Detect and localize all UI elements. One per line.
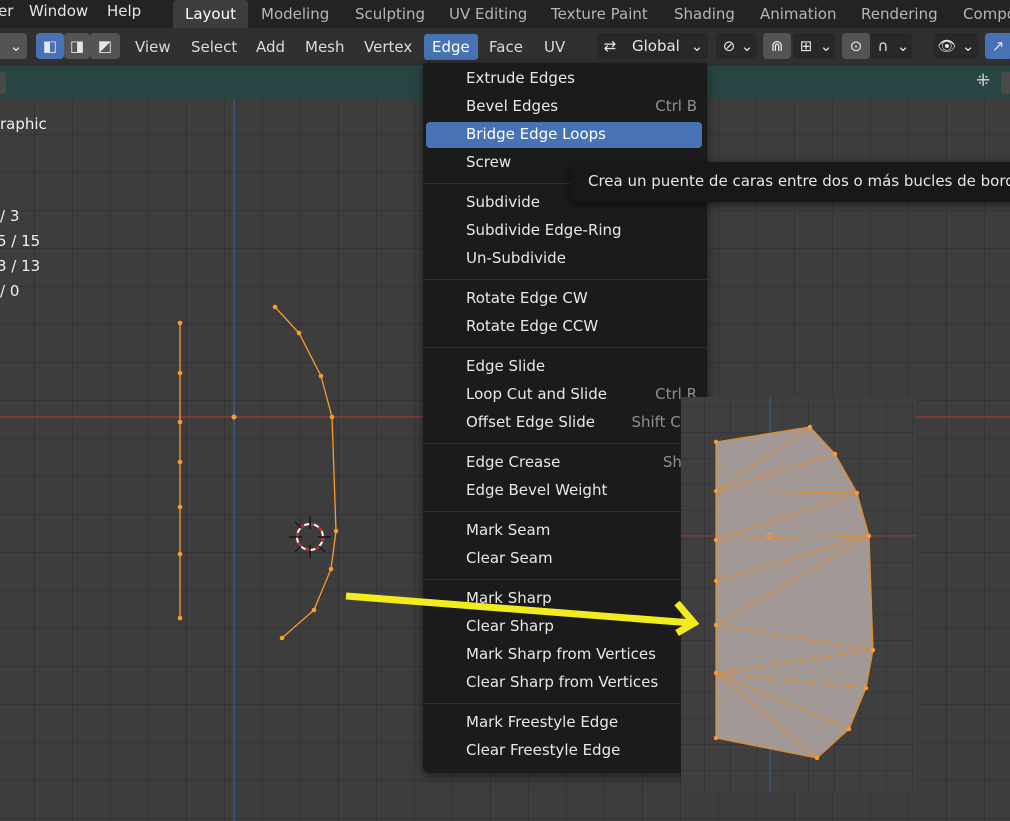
menu-item-mark-seam[interactable]: Mark Seam bbox=[466, 521, 550, 539]
tab-layout[interactable]: Layout bbox=[173, 0, 248, 28]
stats-vertices: 5 / 15 bbox=[0, 232, 41, 250]
menu-item-edge-crease[interactable]: Edge Crease bbox=[466, 453, 560, 471]
menu-help[interactable]: Help bbox=[107, 2, 141, 20]
face-select-icon: ◩ bbox=[97, 37, 113, 55]
chevron-down-icon: ⌄ bbox=[961, 37, 975, 55]
proportional-edit-toggle[interactable]: ⊙ bbox=[842, 33, 870, 59]
menu-mesh[interactable]: Mesh bbox=[297, 34, 353, 60]
tab-compositing[interactable]: Compo bbox=[951, 0, 1010, 28]
menu-item-clear-sharp[interactable]: Clear Sharp bbox=[466, 617, 554, 635]
mesh-vertices-right bbox=[272, 304, 339, 641]
magnet-icon: ⋒ bbox=[770, 37, 784, 55]
stats-objects: / 3 bbox=[0, 207, 20, 225]
menu-file-partial[interactable]: er bbox=[0, 2, 13, 20]
tab-sculpting[interactable]: Sculpting bbox=[343, 0, 437, 28]
menu-vertex[interactable]: Vertex bbox=[356, 34, 420, 60]
tab-animation[interactable]: Animation bbox=[748, 0, 848, 28]
pivot-icon: ⊘ bbox=[722, 37, 736, 55]
menu-item-rotate-edge-ccw[interactable]: Rotate Edge CCW bbox=[466, 317, 598, 335]
chevron-down-icon: ⌄ bbox=[690, 37, 704, 55]
snap-target-dropdown[interactable]: ⊞ ⌄ bbox=[793, 33, 835, 59]
bridged-faces bbox=[715, 426, 874, 759]
menu-item-offset-edge-slide[interactable]: Offset Edge Slide bbox=[466, 413, 595, 431]
transform-orientation-dropdown[interactable]: ⇄ Global ⌄ bbox=[597, 33, 708, 59]
menu-select[interactable]: Select bbox=[183, 34, 245, 60]
chevron-down-icon: ⌄ bbox=[819, 37, 833, 55]
menu-item-bridge-edge-loops[interactable]: Bridge Edge Loops bbox=[466, 125, 606, 143]
gizmo-toggle[interactable]: ↗ bbox=[985, 33, 1010, 59]
menu-item-subdivide[interactable]: Subdivide bbox=[466, 193, 540, 211]
menu-add[interactable]: Add bbox=[248, 34, 293, 60]
menu-window[interactable]: Window bbox=[29, 2, 88, 20]
menu-item-extrude-edges[interactable]: Extrude Edges bbox=[466, 69, 575, 87]
menu-item-mark-sharp[interactable]: Mark Sharp bbox=[466, 589, 552, 607]
menu-item-edge-bevel-weight[interactable]: Edge Bevel Weight bbox=[466, 481, 607, 499]
menu-item-mark-sharp-from-vertices[interactable]: Mark Sharp from Vertices bbox=[466, 645, 656, 663]
menu-separator bbox=[423, 511, 707, 512]
menu-item-un-subdivide[interactable]: Un-Subdivide bbox=[466, 249, 566, 267]
pivot-point-dropdown[interactable]: ⊘ ⌄ bbox=[716, 33, 757, 59]
3d-cursor-icon bbox=[289, 516, 331, 558]
snap-increment-icon: ⊞ bbox=[799, 37, 813, 55]
tab-modeling[interactable]: Modeling bbox=[249, 0, 341, 28]
menu-item-clear-sharp-from-vertices[interactable]: Clear Sharp from Vertices bbox=[466, 673, 658, 691]
transform-orientation-value: Global bbox=[632, 37, 680, 55]
tab-texture-paint[interactable]: Texture Paint bbox=[539, 0, 660, 28]
menu-item-rotate-edge-cw[interactable]: Rotate Edge CW bbox=[466, 289, 588, 307]
stats-edges: 3 / 13 bbox=[0, 257, 41, 275]
proportional-icon: ⊙ bbox=[849, 37, 863, 55]
edge-select-icon: ◨ bbox=[69, 37, 85, 55]
visibility-dropdown[interactable]: 👁 ⌄ bbox=[934, 33, 978, 59]
menu-edge[interactable]: Edge bbox=[424, 34, 478, 60]
tab-rendering[interactable]: Rendering bbox=[849, 0, 950, 28]
tab-shading[interactable]: Shading bbox=[662, 0, 747, 28]
tab-uv-editing[interactable]: UV Editing bbox=[437, 0, 539, 28]
menu-separator bbox=[423, 703, 707, 704]
top-menubar: er Window Help Layout Modeling Sculpting… bbox=[0, 0, 1010, 28]
menu-item-screw[interactable]: Screw bbox=[466, 153, 511, 171]
menu-item-mark-freestyle-edge[interactable]: Mark Freestyle Edge bbox=[466, 713, 618, 731]
shortcut-bevel-edges: Ctrl B bbox=[655, 97, 697, 115]
stats-faces: / 0 bbox=[0, 282, 20, 300]
snap-toggle[interactable]: ⋒ bbox=[763, 33, 791, 59]
mode-dropdown[interactable]: ⌄ bbox=[0, 33, 27, 59]
bridged-mesh-preview bbox=[681, 397, 916, 792]
menu-separator bbox=[423, 579, 707, 580]
menu-face[interactable]: Face bbox=[481, 34, 531, 60]
object-origin bbox=[231, 414, 237, 420]
menu-uv[interactable]: UV bbox=[536, 34, 573, 60]
orientation-icon: ⇄ bbox=[603, 37, 617, 55]
view-name-label: raphic bbox=[0, 115, 47, 133]
menu-separator bbox=[423, 347, 707, 348]
vertex-select-button[interactable]: ◧ bbox=[36, 33, 64, 59]
falloff-curve-icon: ∩ bbox=[877, 37, 889, 55]
menu-item-edge-slide[interactable]: Edge Slide bbox=[466, 357, 545, 375]
face-select-button[interactable]: ◩ bbox=[90, 33, 120, 59]
gizmo-icon: ↗ bbox=[991, 37, 1005, 55]
tooltip: Crea un puente de caras entre dos o más … bbox=[571, 162, 1010, 202]
drag-handle-icon[interactable] bbox=[0, 72, 6, 94]
falloff-dropdown[interactable]: ∩ ⌄ bbox=[870, 33, 912, 59]
chevron-down-icon: ⌄ bbox=[896, 37, 910, 55]
chevron-down-icon: ⌄ bbox=[740, 37, 754, 55]
menu-item-bevel-edges[interactable]: Bevel Edges bbox=[466, 97, 558, 115]
mesh-edge-loop-right bbox=[274, 306, 337, 639]
edge-select-button[interactable]: ◨ bbox=[64, 33, 90, 59]
options-button[interactable] bbox=[1001, 72, 1010, 94]
vertex-select-icon: ◧ bbox=[42, 37, 58, 55]
menu-item-clear-seam[interactable]: Clear Seam bbox=[466, 549, 553, 567]
tool-settings-icon[interactable]: ⁜ bbox=[976, 71, 990, 91]
menu-view[interactable]: View bbox=[127, 34, 179, 60]
menu-separator bbox=[423, 279, 707, 280]
menu-item-clear-freestyle-edge[interactable]: Clear Freestyle Edge bbox=[466, 741, 620, 759]
chevron-down-icon: ⌄ bbox=[9, 37, 23, 55]
menu-item-subdivide-edge-ring[interactable]: Subdivide Edge-Ring bbox=[466, 221, 622, 239]
menu-separator bbox=[423, 443, 707, 444]
menu-item-loop-cut-and-slide[interactable]: Loop Cut and Slide bbox=[466, 385, 607, 403]
tooltip-text: Crea un puente de caras entre dos o más … bbox=[588, 172, 1010, 190]
eye-icon: 👁 bbox=[937, 37, 957, 55]
result-preview-inset bbox=[681, 397, 916, 792]
